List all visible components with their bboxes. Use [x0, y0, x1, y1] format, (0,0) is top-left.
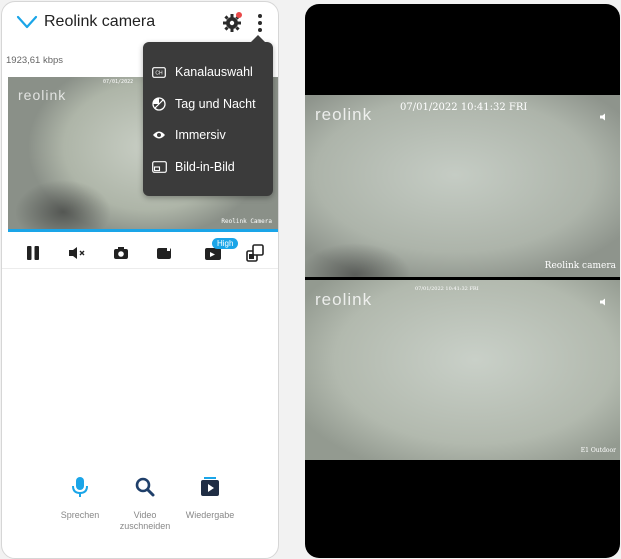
immersive-view-screen: reolink 07/01/2022 10:41:32 FRI Reolink … — [305, 4, 620, 558]
channel-icon: CH — [151, 64, 167, 80]
record-button[interactable] — [153, 242, 175, 264]
playback-label: Wiedergabe — [185, 510, 235, 520]
microphone-icon — [72, 477, 88, 497]
chevron-down-icon[interactable] — [16, 14, 38, 32]
gear-icon[interactable] — [222, 11, 244, 33]
pause-icon — [27, 246, 39, 260]
reolink-watermark: reolink — [315, 105, 373, 124]
reolink-watermark: reolink — [18, 87, 67, 103]
menu-item-day-night[interactable]: Tag und Nacht — [151, 94, 256, 114]
live-view-screen: Reolink camera 1923,61 kbps reolink 07/0… — [1, 1, 279, 559]
menu-item-channel[interactable]: CH Kanalauswahl — [151, 62, 253, 82]
talk-button[interactable]: Sprechen — [45, 475, 115, 521]
pause-button[interactable] — [22, 242, 44, 264]
video-timestamp: 07/01/2022 10:41:32 FRI — [415, 286, 479, 292]
svg-text:CH: CH — [155, 70, 163, 76]
video-camera-label: E1 Outdoor — [580, 447, 616, 454]
top-video-feed[interactable]: reolink 07/01/2022 10:41:32 FRI Reolink … — [305, 95, 620, 277]
video-timestamp: 07/01/2022 — [103, 79, 134, 85]
video-camera-label: Reolink camera — [544, 261, 616, 271]
options-menu: CH Kanalauswahl Tag und Nacht Immersiv B… — [143, 35, 273, 196]
camera-icon — [114, 247, 128, 259]
picture-in-picture-icon — [151, 159, 167, 175]
stream-progress-bar — [8, 229, 278, 232]
bitrate-readout: 1923,61 kbps — [6, 55, 64, 66]
eye-icon — [151, 127, 167, 143]
menu-item-immersive[interactable]: Immersiv — [151, 125, 226, 145]
bottom-video-feed[interactable]: reolink 07/01/2022 10:41:32 FRI E1 Outdo… — [305, 280, 620, 460]
talk-label: Sprechen — [60, 510, 100, 520]
speaker-icon[interactable] — [600, 298, 608, 306]
camera-title: Reolink camera — [44, 13, 156, 30]
snapshot-button[interactable] — [110, 242, 132, 264]
video-timestamp: 07/01/2022 10:41:32 FRI — [400, 102, 528, 113]
video-camera-label: Reolink Camera — [221, 218, 272, 225]
playback-controls: High — [2, 236, 278, 269]
quality-badge[interactable]: High — [212, 238, 239, 249]
menu-item-pip[interactable]: Bild-in-Bild — [151, 157, 235, 177]
search-icon — [135, 477, 155, 497]
crop-video-label: Video zuschneiden — [119, 510, 171, 531]
day-night-icon — [151, 96, 167, 112]
video-record-icon — [157, 248, 171, 259]
more-options-icon[interactable] — [252, 11, 268, 35]
speaker-icon[interactable] — [600, 113, 608, 121]
multiview-button[interactable] — [244, 242, 266, 264]
multiview-icon — [246, 244, 264, 262]
mute-button[interactable] — [66, 242, 88, 264]
menu-item-label: Tag und Nacht — [175, 97, 256, 111]
speaker-muted-icon — [69, 247, 85, 259]
menu-item-label: Immersiv — [175, 128, 226, 142]
menu-item-label: Kanalauswahl — [175, 65, 253, 79]
top-bar: Reolink camera — [2, 2, 278, 46]
crop-video-button[interactable]: Video zuschneiden — [110, 475, 180, 532]
reolink-watermark: reolink — [315, 290, 373, 309]
menu-item-label: Bild-in-Bild — [175, 160, 235, 174]
playback-button[interactable]: Wiedergabe — [175, 475, 245, 521]
playback-icon — [201, 477, 219, 496]
